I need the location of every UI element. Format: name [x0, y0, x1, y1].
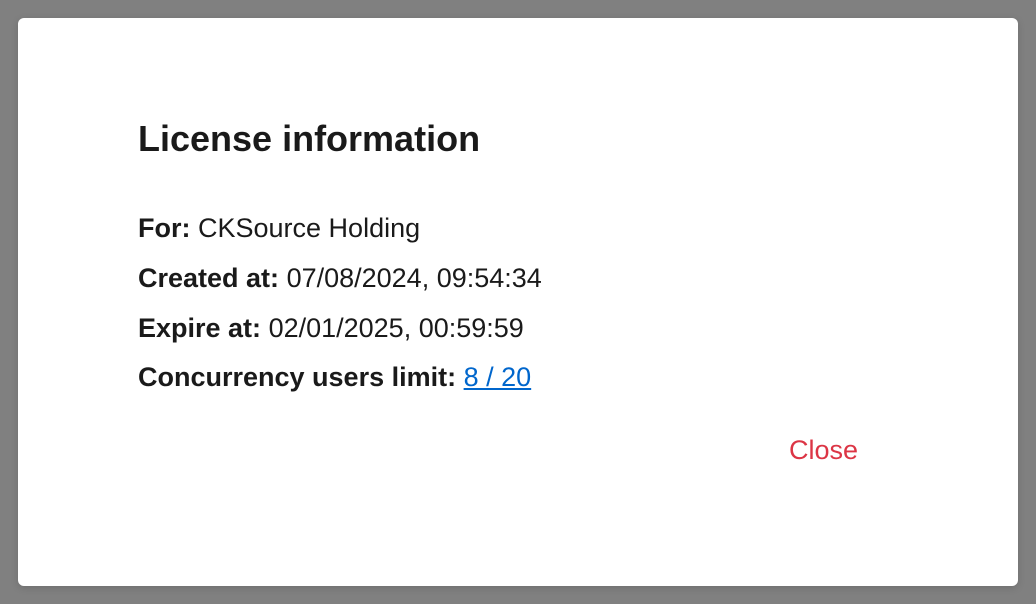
concurrency-link[interactable]: 8 / 20 — [464, 362, 532, 392]
license-info-list: For: CKSource Holding Created at: 07/08/… — [138, 210, 918, 397]
value-for: CKSource Holding — [198, 213, 420, 243]
label-concurrency: Concurrency users limit: — [138, 362, 456, 392]
label-for: For: — [138, 213, 190, 243]
info-row-concurrency: Concurrency users limit: 8 / 20 — [138, 359, 918, 397]
info-row-for: For: CKSource Holding — [138, 210, 918, 248]
value-expire: 02/01/2025, 00:59:59 — [269, 313, 524, 343]
value-created: 07/08/2024, 09:54:34 — [287, 263, 542, 293]
label-created: Created at: — [138, 263, 279, 293]
label-expire: Expire at: — [138, 313, 261, 343]
close-button[interactable]: Close — [789, 435, 858, 466]
dialog-footer: Close — [789, 435, 858, 466]
info-row-expire: Expire at: 02/01/2025, 00:59:59 — [138, 310, 918, 348]
info-row-created: Created at: 07/08/2024, 09:54:34 — [138, 260, 918, 298]
dialog-title: License information — [138, 118, 918, 160]
license-dialog: License information For: CKSource Holdin… — [18, 18, 1018, 586]
